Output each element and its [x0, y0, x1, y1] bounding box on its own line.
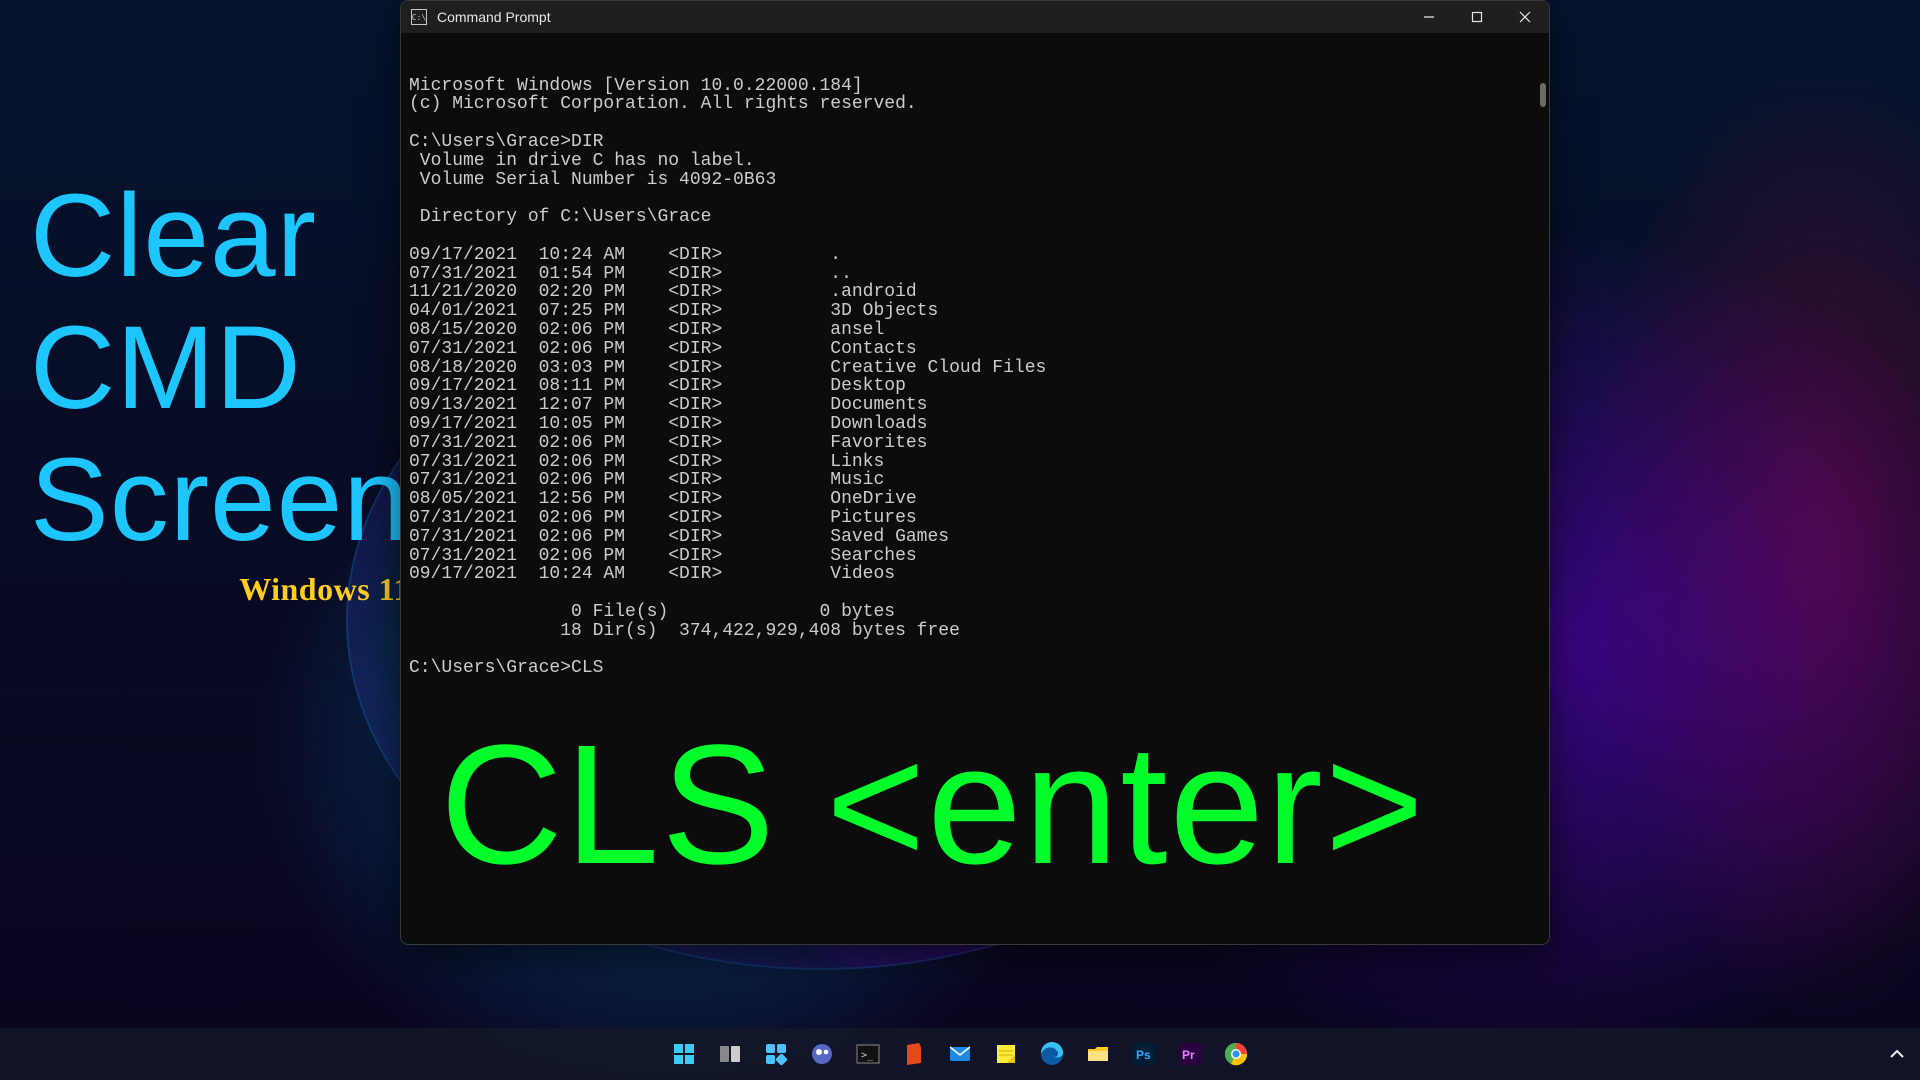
close-button[interactable]: [1501, 1, 1549, 33]
tutorial-title-line3: Screen: [30, 434, 410, 566]
taskbar-widgets-icon[interactable]: [759, 1037, 793, 1071]
tutorial-title-line1: Clear: [30, 170, 410, 302]
taskbar-task-view-icon[interactable]: [713, 1037, 747, 1071]
term-vol1: Volume in drive C has no label.: [409, 151, 755, 171]
taskbar-mail-icon[interactable]: [943, 1037, 977, 1071]
scrollbar-thumb[interactable]: [1540, 83, 1546, 107]
taskbar-explorer-icon[interactable]: [1081, 1037, 1115, 1071]
dir-listing: 09/17/2021 10:24 AM <DIR> . 07/31/2021 0…: [409, 245, 1046, 585]
svg-text:Ps: Ps: [1136, 1048, 1151, 1062]
command-prompt-icon: C:\: [411, 9, 427, 25]
term-summary1: 0 File(s) 0 bytes: [409, 602, 895, 622]
tutorial-subtitle: Windows 11: [30, 572, 410, 608]
term-dir-of: Directory of C:\Users\Grace: [409, 207, 711, 227]
taskbar-photoshop-icon[interactable]: Ps: [1127, 1037, 1161, 1071]
term-header1: Microsoft Windows [Version 10.0.22000.18…: [409, 76, 863, 96]
window-titlebar[interactable]: C:\ Command Prompt: [401, 1, 1549, 33]
taskbar-sticky-notes-icon[interactable]: [989, 1037, 1023, 1071]
term-prompt-dir: C:\Users\Grace>DIR: [409, 132, 603, 152]
svg-text:>_: >_: [861, 1050, 874, 1061]
taskbar-teams-icon[interactable]: [805, 1037, 839, 1071]
taskbar-premiere-icon[interactable]: Pr: [1173, 1037, 1207, 1071]
taskbar[interactable]: >_ Ps Pr: [0, 1028, 1920, 1080]
taskbar-start-icon[interactable]: [667, 1037, 701, 1071]
tutorial-title: Clear CMD Screen Windows 11: [30, 170, 410, 608]
close-icon: [1519, 11, 1531, 23]
taskbar-office-icon[interactable]: [897, 1037, 931, 1071]
taskbar-edge-icon[interactable]: [1035, 1037, 1069, 1071]
system-tray[interactable]: [1888, 1028, 1906, 1080]
chevron-up-icon[interactable]: [1888, 1045, 1906, 1063]
taskbar-chrome-icon[interactable]: [1219, 1037, 1253, 1071]
term-summary2: 18 Dir(s) 374,422,929,408 bytes free: [409, 621, 960, 641]
tutorial-command-overlay: CLS <enter>: [440, 720, 1426, 890]
window-title: Command Prompt: [437, 9, 551, 25]
term-vol2: Volume Serial Number is 4092-0B63: [409, 170, 776, 190]
minimize-button[interactable]: [1405, 1, 1453, 33]
svg-text:Pr: Pr: [1182, 1048, 1195, 1062]
maximize-button[interactable]: [1453, 1, 1501, 33]
tutorial-title-line2: CMD: [30, 302, 410, 434]
minimize-icon: [1423, 11, 1435, 23]
taskbar-terminal-icon[interactable]: >_: [851, 1037, 885, 1071]
term-header2: (c) Microsoft Corporation. All rights re…: [409, 94, 917, 114]
term-prompt-cls: C:\Users\Grace>CLS: [409, 658, 603, 678]
maximize-icon: [1471, 11, 1483, 23]
